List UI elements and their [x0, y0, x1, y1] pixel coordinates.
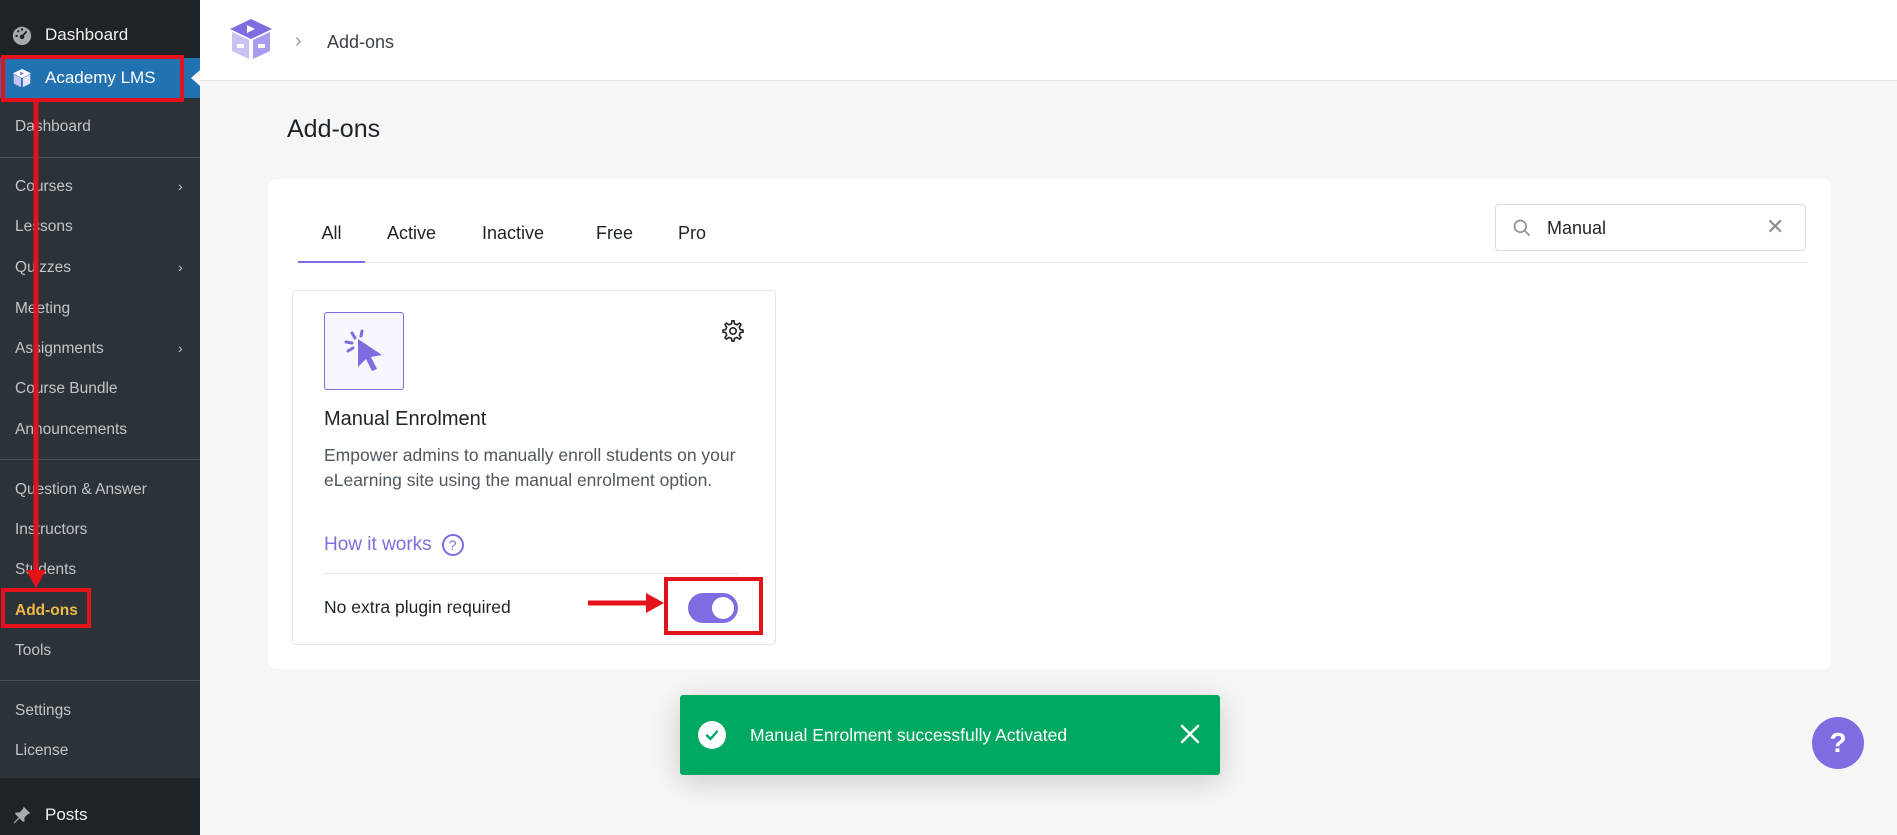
sidebar-item-settings[interactable]: Settings: [15, 702, 71, 720]
tab-all[interactable]: All: [298, 223, 365, 263]
sidebar-item-posts[interactable]: Posts: [0, 795, 200, 835]
sidebar-item-question-answer[interactable]: Question & Answer: [15, 481, 147, 499]
submenu-divider: [0, 459, 200, 460]
tab-free[interactable]: Free: [596, 223, 633, 263]
chevron-right-icon: ›: [295, 30, 302, 52]
sidebar-item-announcements[interactable]: Announcements: [15, 421, 127, 439]
sidebar-item-course-bundle[interactable]: Course Bundle: [15, 380, 118, 398]
submenu-divider: [0, 157, 200, 158]
search-icon: [1512, 218, 1532, 243]
academy-logo-icon[interactable]: [228, 17, 274, 61]
tab-pro[interactable]: Pro: [678, 223, 706, 263]
help-button[interactable]: ?: [1812, 717, 1864, 769]
close-icon[interactable]: [1175, 719, 1205, 749]
page-title: Add-ons: [287, 115, 381, 143]
addon-description: Empower admins to manually enroll studen…: [324, 445, 736, 490]
toast-message: Manual Enrolment successfully Activated: [750, 725, 1068, 745]
sidebar-item-courses[interactable]: Courses ›: [15, 178, 183, 196]
success-toast: Manual Enrolment successfully Activated: [680, 695, 1220, 775]
gear-icon[interactable]: [721, 319, 745, 343]
sidebar-item-instructors[interactable]: Instructors: [15, 521, 87, 539]
close-icon[interactable]: ✕: [1766, 214, 1784, 240]
admin-sidebar: Dashboard Academy LMS Dashboard Courses ›…: [0, 0, 200, 835]
addon-title: Manual Enrolment: [324, 408, 487, 430]
breadcrumb: Add-ons: [327, 32, 395, 52]
submenu-divider: [0, 680, 200, 681]
how-it-works-label: How it works: [324, 534, 432, 555]
chevron-right-icon: ›: [178, 178, 183, 194]
dashboard-gauge-icon: [10, 23, 34, 47]
sidebar-item-quizzes[interactable]: Quizzes ›: [15, 259, 183, 277]
pin-icon: [10, 803, 34, 827]
tab-inactive[interactable]: Inactive: [482, 223, 544, 263]
card-divider: [324, 573, 738, 574]
sidebar-submenu: Dashboard Courses › Lessons Quizzes › Meet…: [0, 98, 200, 778]
check-circle-icon: [698, 721, 726, 749]
chevron-right-icon: ›: [178, 259, 183, 275]
tab-active[interactable]: Active: [387, 223, 436, 263]
sidebar-item-license[interactable]: License: [15, 742, 68, 760]
sidebar-item-label: Dashboard: [45, 24, 129, 44]
addons-panel: All Active Inactive Free Pro Manual ✕ Ma…: [268, 179, 1831, 669]
chevron-right-icon: ›: [178, 340, 183, 356]
cursor-click-icon: [324, 312, 404, 390]
active-notch: [191, 70, 200, 86]
sidebar-item-dashboard-top[interactable]: Dashboard: [0, 17, 128, 52]
sidebar-item-tools[interactable]: Tools: [15, 642, 51, 660]
sidebar-item-dashboard[interactable]: Dashboard: [15, 118, 91, 136]
sidebar-item-label: Posts: [45, 805, 88, 824]
plugin-requirement-text: No extra plugin required: [324, 597, 511, 617]
highlight-box-academy: [1, 55, 184, 102]
highlight-box-addons: [1, 588, 91, 628]
highlight-box-toggle: [664, 577, 763, 635]
search-value: Manual: [1547, 218, 1607, 238]
top-bar: › Add-ons: [200, 0, 1897, 81]
question-circle-icon: ?: [441, 534, 464, 556]
sidebar-item-assignments[interactable]: Assignments ›: [15, 340, 183, 358]
sidebar-item-lessons[interactable]: Lessons: [15, 218, 73, 236]
sidebar-item-students[interactable]: Students: [15, 561, 76, 579]
search-input[interactable]: Manual ✕: [1495, 204, 1806, 251]
how-it-works-link[interactable]: How it works ?: [324, 534, 464, 556]
sidebar-item-meeting[interactable]: Meeting: [15, 300, 70, 318]
